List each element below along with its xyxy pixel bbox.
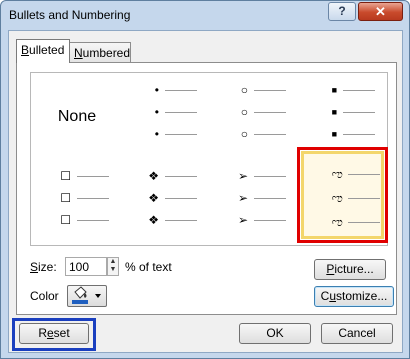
tab-numbered[interactable]: Numbered	[69, 42, 131, 63]
circle-bullet-icon: ○	[240, 127, 248, 141]
bullet-option-hollow-square[interactable]: ☐ ☐ ☐	[33, 161, 121, 247]
arrowhead-bullet-icon: ➢	[237, 169, 248, 183]
tab-numbered-label: umbered	[82, 46, 131, 60]
size-label: Size:	[30, 260, 57, 274]
bullet-option-none[interactable]: None	[33, 75, 121, 161]
bullet-option-dot[interactable]: • • •	[121, 75, 209, 161]
help-icon: ?	[338, 4, 346, 18]
bullet-option-arrowhead[interactable]: ➢ ➢ ➢	[210, 161, 298, 247]
tab-bulleted[interactable]: Bulleted	[16, 39, 70, 63]
cancel-button[interactable]: Cancel	[321, 323, 393, 344]
help-button[interactable]: ?	[328, 2, 356, 21]
diamond-dots-bullet-icon: ❖	[148, 213, 159, 227]
size-unit-label: % of text	[125, 260, 172, 274]
size-hotkey: S	[30, 260, 39, 274]
diamond-dots-bullet-icon: ❖	[148, 191, 159, 205]
reset-hotkey: e	[46, 326, 54, 340]
bullet-option-diamond[interactable]: ❖ ❖ ❖	[121, 161, 209, 247]
color-picker-button[interactable]	[67, 285, 107, 307]
close-button[interactable]: ✕	[358, 2, 403, 21]
size-input[interactable]: 100	[65, 257, 107, 276]
reset-label-pre: R	[38, 326, 47, 340]
picture-label: icture...	[334, 262, 374, 276]
arrowhead-bullet-icon: ➢	[237, 191, 248, 205]
close-icon: ✕	[375, 4, 386, 19]
customize-label: stomize...	[336, 289, 388, 303]
size-label-rest: ize:	[38, 260, 57, 274]
paint-bucket-icon	[72, 286, 101, 304]
none-label: None	[57, 108, 97, 125]
dialog-window: Bullets and Numbering ? ✕ Bulleted Numbe…	[0, 0, 410, 359]
bullet-gallery: None • • • ○ ○ ○ ■ ■ ■ ☐ ☐ ☐ ❖ ❖ ❖ ➢ ➢ ➢…	[30, 72, 388, 246]
hollow-square-bullet-icon: ☐	[60, 213, 71, 227]
size-spinner[interactable]: ▲ ▼	[107, 257, 119, 276]
dialog-title: Bullets and Numbering	[9, 8, 131, 22]
hollow-square-bullet-icon: ☐	[60, 191, 71, 205]
scroll-bullet-icon: ಌ	[330, 167, 343, 181]
scroll-bullet-icon: ಌ	[330, 215, 343, 229]
color-label: Color	[30, 289, 59, 303]
diamond-dots-bullet-icon: ❖	[148, 169, 159, 183]
tab-numbered-hotkey: N	[74, 46, 83, 60]
scroll-bullet-icon: ಌ	[330, 191, 343, 205]
spin-up-icon[interactable]: ▲	[108, 258, 118, 266]
hollow-square-bullet-icon: ☐	[60, 169, 71, 183]
dialog-body: Bulleted Numbered None • • • ○ ○ ○ ■ ■ ■…	[8, 30, 403, 353]
circle-bullet-icon: ○	[240, 83, 248, 97]
spin-down-icon[interactable]: ▼	[108, 266, 118, 274]
dot-bullet-icon: •	[154, 83, 159, 97]
tab-bulleted-hotkey: B	[21, 43, 30, 57]
arrowhead-bullet-icon: ➢	[237, 213, 248, 227]
tab-bulleted-label: ulleted	[29, 43, 65, 57]
bullet-option-scroll-selected[interactable]: ಌ ಌ ಌ	[297, 147, 388, 243]
reset-label: set	[53, 326, 70, 340]
dot-bullet-icon: •	[154, 105, 159, 119]
dot-bullet-icon: •	[154, 127, 159, 141]
square-bullet-icon: ■	[331, 129, 337, 139]
customize-hotkey: u	[329, 289, 336, 303]
bullet-option-circle[interactable]: ○ ○ ○	[210, 75, 298, 161]
circle-bullet-icon: ○	[240, 105, 248, 119]
customize-label-pre: C	[320, 289, 330, 303]
square-bullet-icon: ■	[331, 107, 337, 117]
reset-button[interactable]: Reset	[19, 323, 89, 344]
title-bar: Bullets and Numbering ? ✕	[1, 1, 409, 29]
picture-button[interactable]: Picture...	[314, 259, 386, 280]
bulleted-panel: None • • • ○ ○ ○ ■ ■ ■ ☐ ☐ ☐ ❖ ❖ ❖ ➢ ➢ ➢…	[16, 62, 397, 315]
square-bullet-icon: ■	[331, 85, 337, 95]
ok-button[interactable]: OK	[239, 323, 311, 344]
customize-button[interactable]: Customize...	[314, 286, 394, 307]
selection-highlight: ಌ ಌ ಌ	[301, 151, 384, 239]
